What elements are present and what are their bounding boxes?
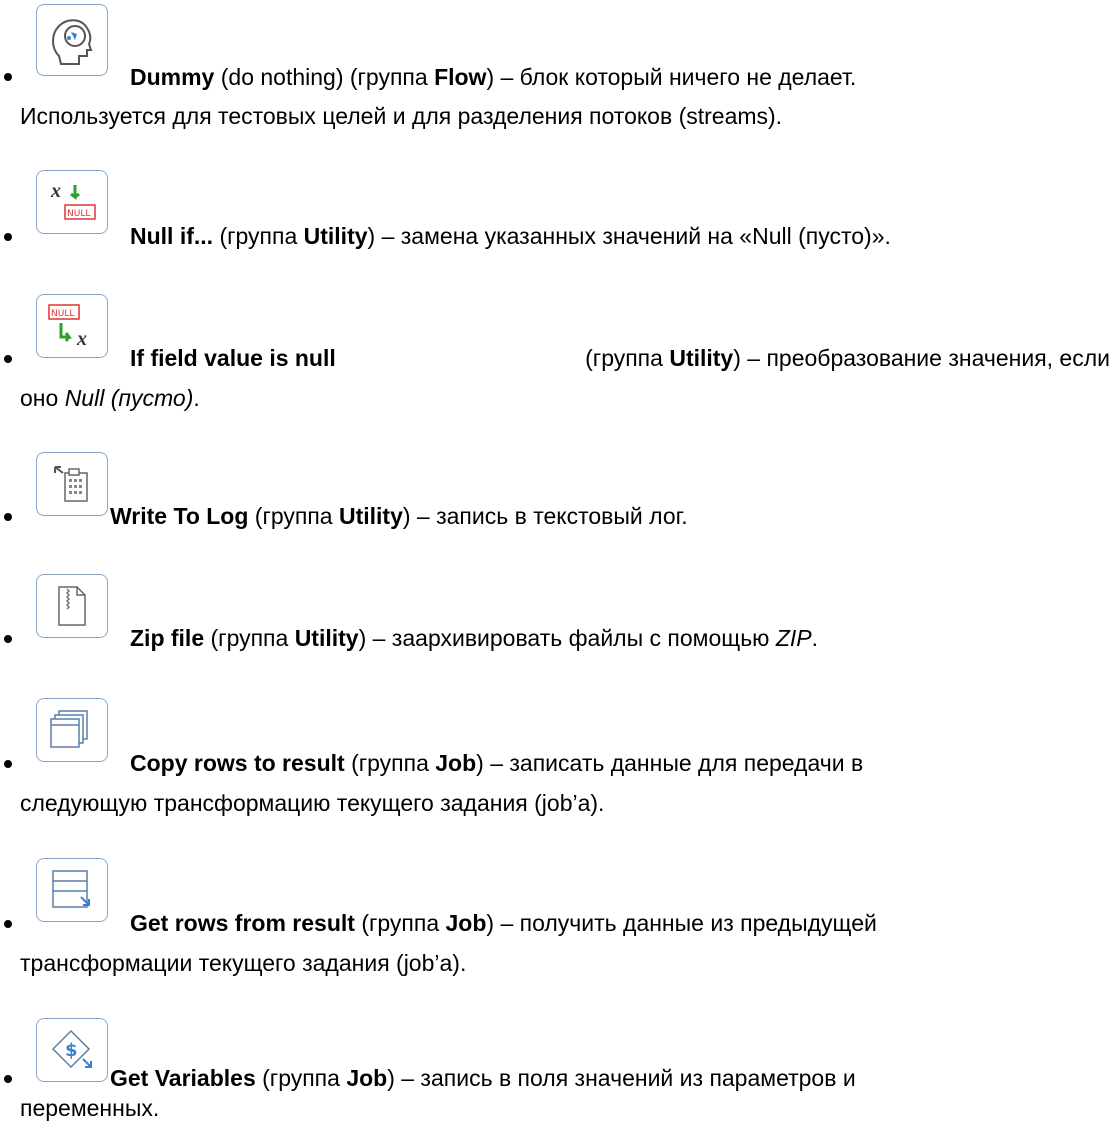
get-rows-icon <box>36 858 108 922</box>
item-line: If field value is null (группа Utility) … <box>130 345 1110 371</box>
item-line: Null if... (группа Utility) – замена ука… <box>130 223 891 249</box>
item-line-2: трансформации текущего задания (job’a). <box>20 950 467 976</box>
item-name: Write To Log <box>110 503 249 529</box>
svg-text:x: x <box>76 328 87 350</box>
write-to-log-icon <box>36 452 108 516</box>
item-group: Utility <box>338 503 403 529</box>
dummy-brain-icon <box>36 4 108 76</box>
item-line-2: следующую трансформацию текущего задания… <box>20 790 605 816</box>
svg-text:$: $ <box>65 1040 78 1061</box>
bullet <box>4 760 12 768</box>
zip-file-icon <box>36 574 108 638</box>
item-name: Zip file <box>130 625 205 651</box>
bullet <box>4 513 12 521</box>
null-if-icon: x NULL <box>36 170 108 234</box>
item-name: Get rows from result <box>130 910 355 936</box>
item-group: Utility <box>294 625 359 651</box>
item-group: Flow <box>434 64 487 90</box>
item-line-2: оно Null (пусто). <box>20 385 200 411</box>
item-line: Get Variables (группа Job) – запись в по… <box>110 1065 856 1091</box>
bullet <box>4 920 12 928</box>
bullet <box>4 635 12 643</box>
item-line: Zip file (группа Utility) – заархивирова… <box>130 625 818 651</box>
item-group: Utility <box>669 345 734 371</box>
item-line-2: переменных. <box>20 1095 160 1121</box>
item-group: Job <box>445 910 487 936</box>
bullet <box>4 355 12 363</box>
bullet <box>4 73 12 81</box>
bullet <box>4 233 12 241</box>
item-group: Job <box>435 750 477 776</box>
item-line-2: Используется для тестовых целей и для ра… <box>20 103 783 129</box>
item-name: Get Variables <box>110 1065 256 1091</box>
svg-text:x: x <box>50 180 61 202</box>
copy-rows-icon <box>36 698 108 762</box>
item-name: Copy rows to result <box>130 750 345 776</box>
item-name: If field value is null <box>130 345 336 371</box>
svg-text:NULL: NULL <box>51 309 74 319</box>
get-variables-icon: $ <box>36 1018 108 1082</box>
item-line: Copy rows to result (группа Job) – запис… <box>130 750 864 776</box>
bullet <box>4 1075 12 1083</box>
item-name: Null if... <box>130 223 214 249</box>
item-group: Utility <box>303 223 368 249</box>
item-name: Dummy <box>130 64 215 90</box>
item-line: Get rows from result (группа Job) – полу… <box>130 910 877 936</box>
item-line: Write To Log (группа Utility) – запись в… <box>110 503 688 529</box>
item-line: Dummy (do nothing) (группа Flow) – блок … <box>130 64 857 90</box>
item-group: Job <box>346 1065 388 1091</box>
if-field-null-icon: NULL x <box>36 294 108 358</box>
svg-text:NULL: NULL <box>67 209 90 219</box>
